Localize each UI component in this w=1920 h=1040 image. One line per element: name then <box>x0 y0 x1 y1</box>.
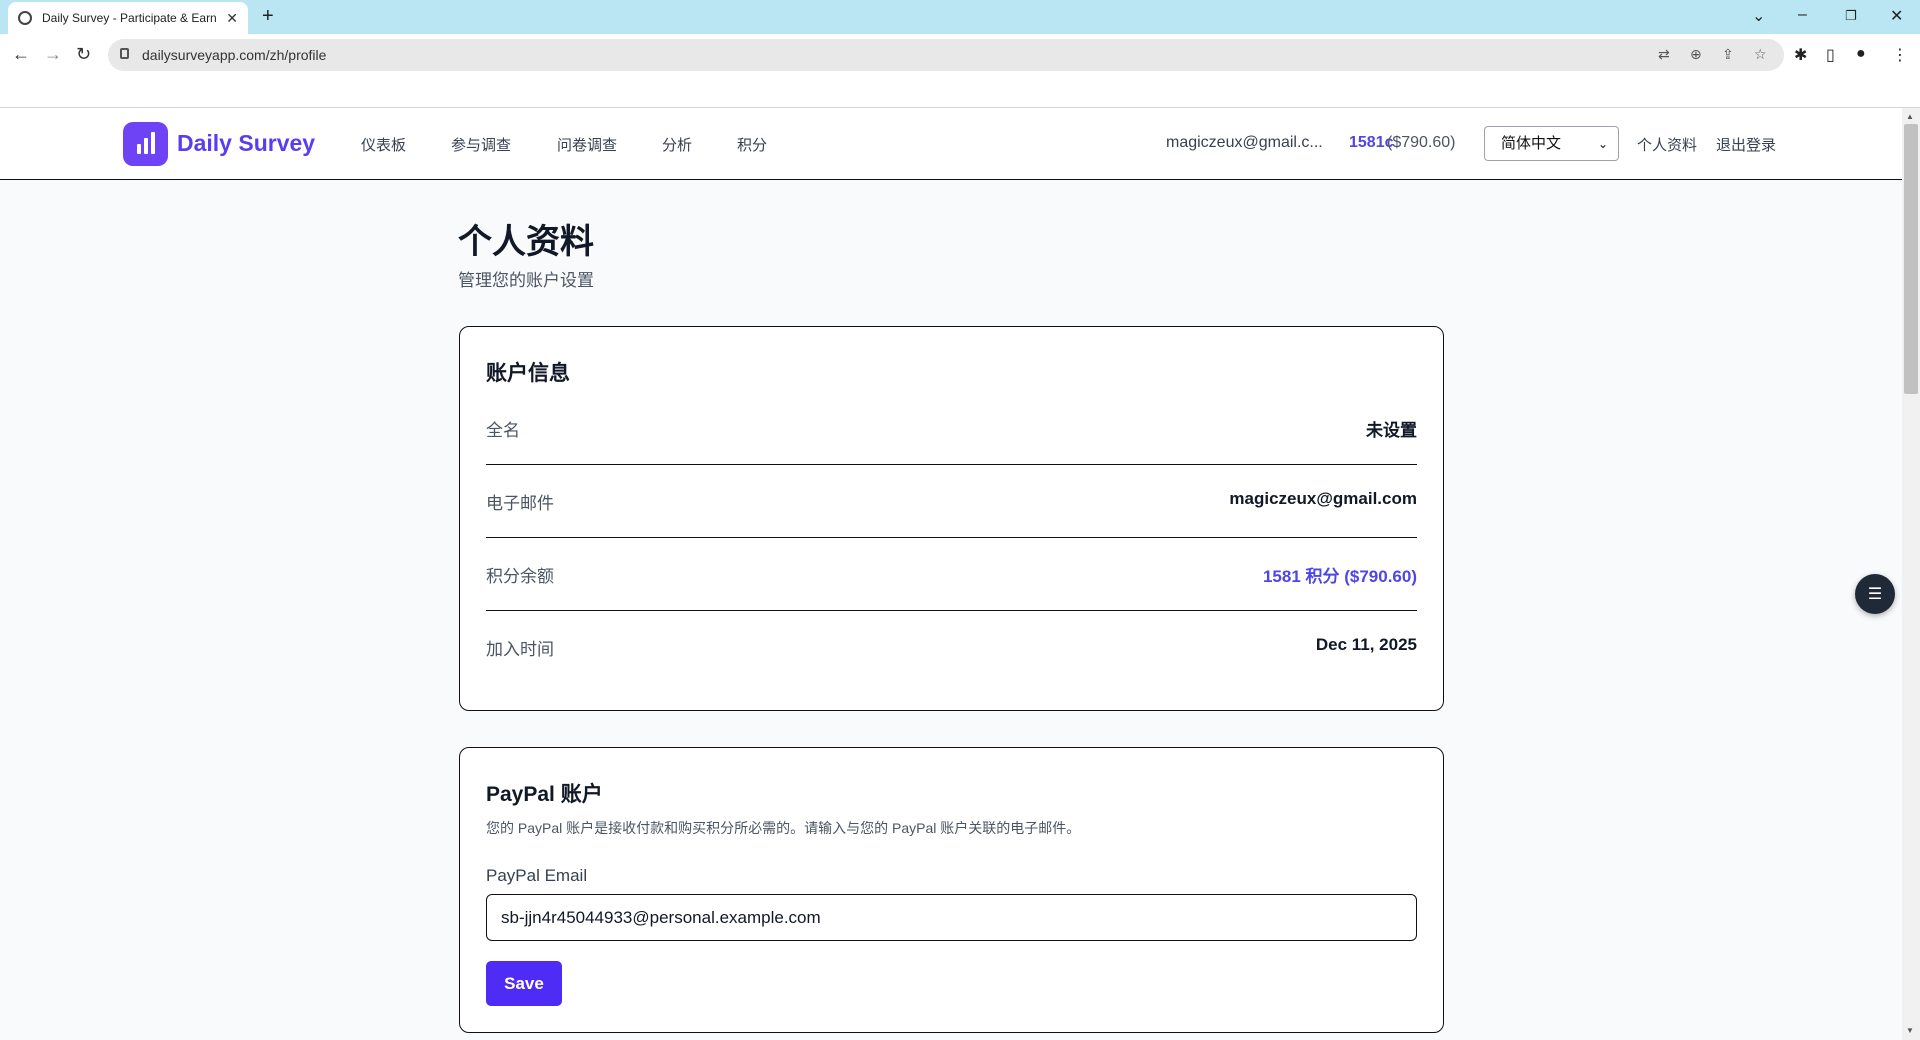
window-close-icon[interactable]: ✕ <box>1890 6 1903 26</box>
profile-link[interactable]: 个人资料 <box>1637 134 1697 155</box>
paypal-title: PayPal 账户 <box>486 783 603 806</box>
paypal-email-label: PayPal Email <box>486 866 588 885</box>
close-tab-icon[interactable]: ✕ <box>226 10 238 27</box>
account-info-title: 账户信息 <box>486 362 570 385</box>
browser-toolbar: ← → ↻ dailysurveyapp.com/zh/profile ⇄ ⊕ … <box>0 34 1920 108</box>
row-label: 积分余额 <box>486 567 554 586</box>
translate-icon[interactable]: ⇄ <box>1658 46 1670 63</box>
profile-avatar-icon[interactable]: ● <box>1856 45 1866 63</box>
row-value: Dec 11, 2025 <box>1315 635 1417 654</box>
row-label: 加入时间 <box>486 640 554 659</box>
row-value: 1581 积分 ($790.60) <box>1262 567 1417 586</box>
row-label: 全名 <box>486 421 520 440</box>
app-header: Daily Survey 仪表板 参与调查 问卷调查 分析 积分 magicze… <box>0 108 1902 180</box>
page-subtitle: 管理您的账户设置 <box>458 271 594 290</box>
header-user-email: magiczeux@gmail.c... <box>1166 134 1323 151</box>
page-scrollbar[interactable]: ▲ ▼ <box>1902 108 1920 1040</box>
row-label: 电子邮件 <box>486 494 554 513</box>
account-row-points: 积分余额 1581 积分 ($790.60) <box>486 538 1417 611</box>
new-tab-icon[interactable]: + <box>262 6 274 26</box>
assistant-float-icon[interactable]: ☰ <box>1855 574 1895 614</box>
scroll-up-icon[interactable]: ▲ <box>1906 112 1914 121</box>
scrollbar-thumb[interactable] <box>1904 124 1918 394</box>
account-info-card: 账户信息 全名 未设置 电子邮件 magiczeux@gmail.com 积分余… <box>459 326 1444 711</box>
address-bar[interactable]: dailysurveyapp.com/zh/profile ⇄ ⊕ ⇪ ☆ <box>108 39 1784 71</box>
address-url: dailysurveyapp.com/zh/profile <box>142 47 327 63</box>
paypal-email-input[interactable] <box>486 894 1417 941</box>
forward-icon[interactable]: → <box>44 44 62 65</box>
nav-surveys[interactable]: 问卷调查 <box>557 134 617 155</box>
nav-participate[interactable]: 参与调查 <box>451 134 511 155</box>
side-panel-icon[interactable]: ▯ <box>1826 45 1835 65</box>
globe-icon <box>18 11 32 25</box>
scroll-down-icon[interactable]: ▼ <box>1906 1026 1914 1035</box>
bookmark-star-icon[interactable]: ☆ <box>1754 46 1767 63</box>
language-select[interactable]: 简体中文 ⌄ <box>1484 126 1619 161</box>
paypal-card: PayPal 账户 您的 PayPal 账户是接收付款和购买积分所必需的。请输入… <box>459 747 1444 1033</box>
minimize-icon[interactable]: – <box>1798 6 1807 24</box>
save-button[interactable]: Save <box>486 961 562 1006</box>
browser-tab[interactable]: Daily Survey - Participate & Earn ✕ <box>8 2 248 34</box>
header-points-usd: ($790.60) <box>1387 134 1456 151</box>
reload-icon[interactable]: ↻ <box>76 44 91 65</box>
lock-icon <box>120 48 129 59</box>
tab-title: Daily Survey - Participate & Earn <box>42 11 217 25</box>
share-icon[interactable]: ⇪ <box>1722 46 1734 63</box>
restore-icon[interactable]: ❐ <box>1845 8 1857 24</box>
browser-tabbar: Daily Survey - Participate & Earn ✕ + ⌄ … <box>0 0 1920 34</box>
account-row-joined: 加入时间 Dec 11, 2025 <box>486 611 1417 684</box>
extensions-icon[interactable]: ✱ <box>1794 45 1807 65</box>
row-value: magiczeux@gmail.com <box>1229 489 1417 508</box>
bar-chart-logo-icon[interactable] <box>123 122 168 166</box>
nav-analytics[interactable]: 分析 <box>662 134 692 155</box>
zoom-icon[interactable]: ⊕ <box>1690 46 1702 63</box>
row-value: 未设置 <box>1366 421 1417 440</box>
brand-name[interactable]: Daily Survey <box>177 130 315 157</box>
nav-dashboard[interactable]: 仪表板 <box>361 134 406 155</box>
paypal-description: 您的 PayPal 账户是接收付款和购买积分所必需的。请输入与您的 PayPal… <box>486 820 1081 836</box>
page-title: 个人资料 <box>458 223 594 261</box>
language-value: 简体中文 <box>1501 135 1562 152</box>
chevron-down-icon: ⌄ <box>1597 137 1608 151</box>
account-row-fullname: 全名 未设置 <box>486 392 1417 465</box>
account-row-email: 电子邮件 magiczeux@gmail.com <box>486 465 1417 538</box>
nav-points[interactable]: 积分 <box>737 134 767 155</box>
tab-search-icon[interactable]: ⌄ <box>1752 6 1765 26</box>
menu-icon[interactable]: ⋮ <box>1892 45 1908 65</box>
logout-link[interactable]: 退出登录 <box>1716 134 1776 155</box>
back-icon[interactable]: ← <box>12 44 30 65</box>
